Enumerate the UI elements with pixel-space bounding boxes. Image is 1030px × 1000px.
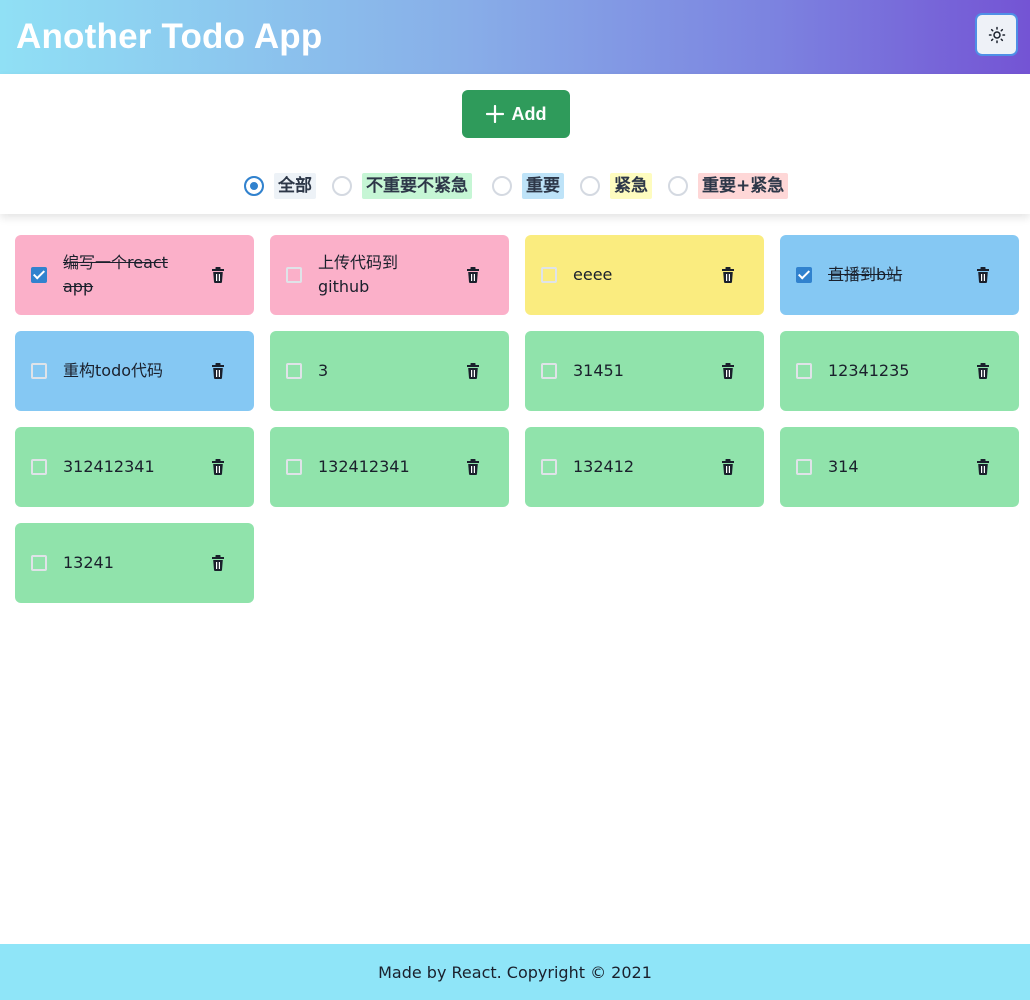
todo-text: 132412	[573, 457, 635, 476]
todo-text: 31451	[573, 361, 624, 380]
toolbar: Add 全部 不重要不紧急 重要 紧急 重要+紧急	[0, 74, 1030, 214]
todo-text: 重构todo代码	[63, 361, 164, 380]
todo-text: 编写一个react app	[63, 253, 168, 296]
todo-checkbox[interactable]	[541, 459, 557, 475]
trash-icon[interactable]	[974, 362, 992, 380]
filter-radio[interactable]	[244, 176, 264, 196]
todo-card: 直播到b站	[780, 235, 1019, 315]
todo-checkbox[interactable]	[31, 555, 47, 571]
filter-not-important-not-urgent[interactable]: 不重要不紧急	[332, 172, 472, 200]
priority-filter-group: 全部 不重要不紧急 重要 紧急 重要+紧急	[0, 172, 1030, 200]
todo-card: 编写一个react app	[15, 235, 254, 315]
footer-text: Made by React. Copyright © 2021	[378, 962, 652, 982]
trash-icon[interactable]	[719, 266, 737, 284]
sun-icon	[988, 26, 1005, 43]
filter-important[interactable]: 重要	[492, 172, 564, 200]
app-title: Another Todo App	[16, 17, 323, 56]
trash-icon[interactable]	[464, 458, 482, 476]
filter-label: 紧急	[610, 173, 652, 199]
trash-icon[interactable]	[974, 266, 992, 284]
trash-icon[interactable]	[464, 266, 482, 284]
todo-checkbox[interactable]	[31, 363, 47, 379]
todo-text: 13241	[63, 553, 114, 572]
trash-icon[interactable]	[974, 458, 992, 476]
filter-urgent[interactable]: 紧急	[580, 172, 652, 200]
filter-radio[interactable]	[668, 176, 688, 196]
todo-card: 12341235	[780, 331, 1019, 411]
todo-text: 314	[828, 457, 859, 476]
filter-important-urgent[interactable]: 重要+紧急	[668, 172, 789, 200]
todo-checkbox[interactable]	[286, 459, 302, 475]
filter-label: 全部	[274, 173, 316, 199]
plus-icon	[485, 105, 504, 123]
trash-icon[interactable]	[209, 554, 227, 572]
todo-card: 31451	[525, 331, 764, 411]
filter-label: 不重要不紧急	[362, 173, 472, 199]
filter-all[interactable]: 全部	[244, 172, 316, 200]
todo-grid: 编写一个react app 上传代码到github eeee 直播到b站 重构t…	[15, 235, 1019, 603]
todo-text: 132412341	[318, 457, 410, 476]
trash-icon[interactable]	[719, 458, 737, 476]
theme-toggle-button[interactable]	[975, 13, 1018, 56]
trash-icon[interactable]	[209, 266, 227, 284]
todo-card: 重构todo代码	[15, 331, 254, 411]
filter-label: 重要+紧急	[698, 173, 789, 199]
trash-icon[interactable]	[209, 362, 227, 380]
filter-radio[interactable]	[580, 176, 600, 196]
todo-card: 13241	[15, 523, 254, 603]
footer: Made by React. Copyright © 2021	[0, 944, 1030, 1000]
todo-checkbox[interactable]	[286, 363, 302, 379]
todo-text: 312412341	[63, 457, 155, 476]
todo-checkbox[interactable]	[796, 363, 812, 379]
todo-text: eeee	[573, 265, 613, 284]
trash-icon[interactable]	[464, 362, 482, 380]
todo-checkbox[interactable]	[31, 267, 47, 283]
todo-card: 312412341	[15, 427, 254, 507]
todo-checkbox[interactable]	[541, 267, 557, 283]
todo-checkbox[interactable]	[541, 363, 557, 379]
todo-card: 132412341	[270, 427, 509, 507]
todo-checkbox[interactable]	[796, 459, 812, 475]
filter-radio[interactable]	[332, 176, 352, 196]
filter-radio[interactable]	[492, 176, 512, 196]
todo-checkbox[interactable]	[286, 267, 302, 283]
add-button[interactable]: Add	[462, 90, 570, 138]
todo-card: 314	[780, 427, 1019, 507]
todo-text: 直播到b站	[828, 265, 903, 284]
app-header: Another Todo App	[0, 0, 1030, 74]
add-button-label: Add	[511, 103, 547, 124]
todo-text: 上传代码到github	[318, 253, 399, 296]
todo-card: eeee	[525, 235, 764, 315]
todo-card: 3	[270, 331, 509, 411]
todo-checkbox[interactable]	[31, 459, 47, 475]
todo-text: 3	[318, 361, 329, 380]
todo-card: 上传代码到github	[270, 235, 509, 315]
trash-icon[interactable]	[209, 458, 227, 476]
trash-icon[interactable]	[719, 362, 737, 380]
todo-card: 132412	[525, 427, 764, 507]
todo-text: 12341235	[828, 361, 910, 380]
todo-checkbox[interactable]	[796, 267, 812, 283]
filter-label: 重要	[522, 173, 564, 199]
